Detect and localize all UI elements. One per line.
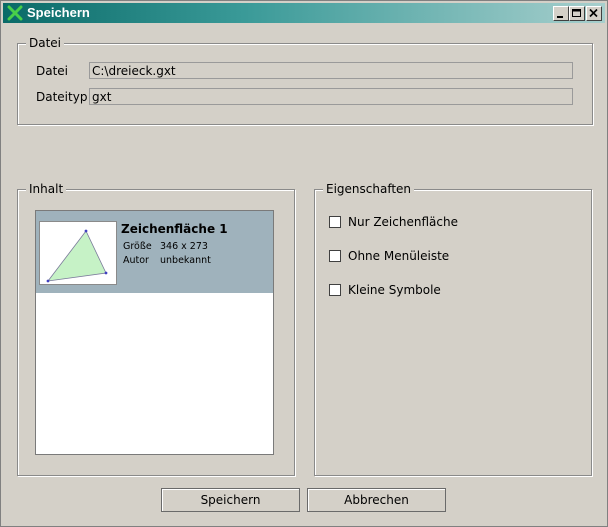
content-list[interactable]: Zeichenfläche 1 Größe 346 x 273 Autor un… (35, 210, 274, 455)
dateityp-field[interactable]: gxt (89, 88, 573, 105)
triangle-preview-icon (41, 229, 108, 288)
minimize-icon (557, 16, 563, 18)
ohne-menueleiste-checkbox[interactable] (329, 250, 341, 262)
kleine-symbole-checkbox[interactable] (329, 284, 341, 296)
datei-group: Datei (17, 36, 593, 125)
maximize-icon (572, 9, 581, 17)
item-author-row: Autor unbekannt (123, 255, 211, 266)
save-button[interactable]: Speichern (161, 488, 300, 512)
dateityp-label: Dateityp (36, 90, 88, 104)
title-bar[interactable]: Speichern (3, 3, 605, 23)
item-author-value: unbekannt (160, 255, 211, 266)
item-size-label: Größe (123, 241, 152, 252)
item-size-value: 346 x 273 (160, 241, 208, 252)
save-dialog-window: Speichern Datei Datei C:\dreieck.gxt Dat… (0, 0, 608, 527)
close-icon (589, 8, 598, 18)
kleine-symbole-label[interactable]: Kleine Symbole (348, 283, 441, 297)
item-title: Zeichenfläche 1 (121, 222, 228, 236)
nur-zeichenflaeche-label[interactable]: Nur Zeichenfläche (348, 215, 458, 229)
cancel-button[interactable]: Abbrechen (307, 488, 446, 512)
app-icon (7, 5, 23, 21)
datei-group-legend: Datei (26, 36, 65, 50)
eigenschaften-group-legend: Eigenschaften (323, 182, 415, 196)
drawing-thumbnail (39, 221, 117, 288)
datei-label: Datei (36, 64, 69, 78)
ohne-menueleiste-label[interactable]: Ohne Menüleiste (348, 249, 449, 263)
inhalt-group-legend: Inhalt (26, 182, 67, 196)
list-item[interactable]: Zeichenfläche 1 Größe 346 x 273 Autor un… (36, 211, 273, 293)
datei-field[interactable]: C:\dreieck.gxt (89, 62, 573, 79)
eigenschaften-group: Eigenschaften (314, 182, 592, 476)
window-title: Speichern (27, 5, 90, 20)
maximize-button[interactable] (569, 6, 585, 21)
minimize-button[interactable] (553, 6, 569, 21)
item-author-label: Autor (123, 255, 149, 266)
close-button[interactable] (586, 6, 602, 21)
nur-zeichenflaeche-checkbox[interactable] (329, 216, 341, 228)
item-size-row: Größe 346 x 273 (123, 241, 208, 252)
